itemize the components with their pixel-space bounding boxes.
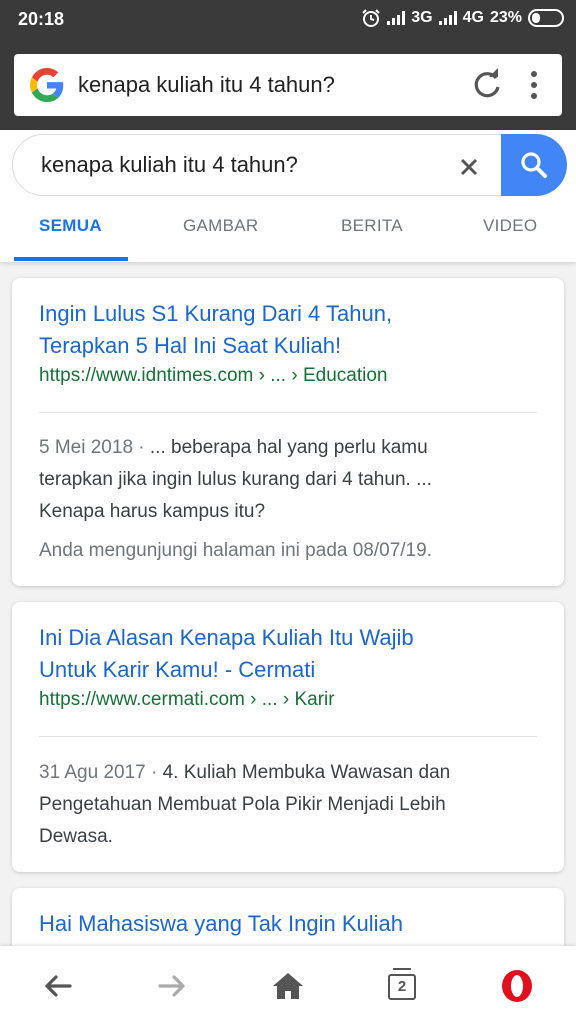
result-url[interactable]: https://www.idntimes.com › ... › Educati… (39, 365, 387, 387)
tabs-button[interactable]: 2 (388, 968, 416, 1000)
snippet-line-2: terapkan jika ingin lulus kurang dari 4 … (39, 469, 432, 490)
divider (39, 736, 537, 737)
more-options-icon[interactable] (524, 68, 544, 102)
tab-count: 2 (388, 974, 416, 1000)
signal-icon (387, 11, 406, 25)
alarm-icon (362, 9, 380, 27)
back-arrow-icon[interactable] (38, 966, 78, 1006)
status-bar: 20:18 3G 4G 23% (0, 0, 576, 40)
home-icon[interactable] (268, 966, 308, 1006)
search-input[interactable]: kenapa kuliah itu 4 tahun? (41, 152, 298, 178)
result-title-line-2[interactable]: Untuk Karir Kamu! - Cermati (39, 654, 315, 686)
clear-icon[interactable] (455, 153, 483, 181)
divider (39, 412, 537, 413)
result-title-line-1[interactable]: Ingin Lulus S1 Kurang Dari 4 Tahun, (39, 298, 392, 330)
signal-icon-2 (438, 11, 457, 25)
reload-icon[interactable] (472, 68, 502, 102)
search-box[interactable]: kenapa kuliah itu 4 tahun? (12, 134, 567, 196)
tabs-icon (393, 968, 411, 972)
snippet-line-3: Kenapa harus kampus itu? (39, 501, 266, 522)
result-date: 5 Mei 2018 · (39, 437, 150, 458)
result-snippet: 31 Agu 2017 · 4. Kuliah Membuka Wawasan … (39, 757, 539, 853)
tab-gambar[interactable]: GAMBAR (183, 216, 258, 236)
snippet-line-2: Pengetahuan Membuat Pola Pikir Menjadi L… (39, 794, 446, 815)
snippet-line-1: 4. Kuliah Membuka Wawasan dan (162, 762, 451, 783)
search-button[interactable] (501, 134, 567, 196)
battery-percent: 23% (489, 9, 522, 26)
tab-semua[interactable]: SEMUA (39, 216, 102, 236)
search-tabs: SEMUA GAMBAR BERITA VIDEO (0, 204, 576, 262)
search-icon (521, 152, 547, 178)
status-time: 20:18 (18, 9, 65, 29)
result-date: 31 Agu 2017 · (39, 762, 163, 783)
status-icons: 3G 4G 23% (361, 8, 564, 28)
bottom-navigation: 2 (0, 946, 576, 1024)
network-label-1: 3G (411, 9, 433, 26)
result-title-line-2[interactable]: Terapkan 5 Hal Ini Saat Kuliah! (39, 330, 341, 362)
result-card-2: Ini Dia Alasan Kenapa Kuliah Itu Wajib U… (12, 602, 564, 872)
tab-berita[interactable]: BERITA (341, 216, 403, 236)
google-logo-icon (30, 68, 64, 102)
search-header: kenapa kuliah itu 4 tahun? SEMUA GAMBAR … (0, 130, 576, 262)
result-title-line-1[interactable]: Ini Dia Alasan Kenapa Kuliah Itu Wajib (39, 622, 414, 654)
visited-note: Anda mengunjungi halaman ini pada 08/07/… (39, 540, 432, 561)
snippet-line-1: ... beberapa hal yang perlu kamu (149, 437, 428, 458)
address-bar[interactable]: kenapa kuliah itu 4 tahun? (14, 54, 562, 116)
opera-logo-icon[interactable] (497, 966, 537, 1006)
network-label-2: 4G (462, 9, 484, 26)
result-title-line-1[interactable]: Hai Mahasiswa yang Tak Ingin Kuliah (39, 908, 403, 940)
address-text[interactable]: kenapa kuliah itu 4 tahun? (78, 72, 335, 98)
battery-icon (528, 9, 564, 27)
result-url[interactable]: https://www.cermati.com › ... › Karir (39, 689, 335, 711)
result-snippet: 5 Mei 2018 · ... beberapa hal yang perlu… (39, 432, 539, 528)
active-tab-indicator (14, 257, 128, 261)
tab-video[interactable]: VIDEO (483, 216, 537, 236)
result-card-1: Ingin Lulus S1 Kurang Dari 4 Tahun, Tera… (12, 278, 564, 586)
snippet-line-3: Dewasa. (39, 826, 113, 847)
forward-arrow-icon[interactable] (152, 966, 192, 1006)
browser-toolbar: kenapa kuliah itu 4 tahun? (0, 40, 576, 130)
